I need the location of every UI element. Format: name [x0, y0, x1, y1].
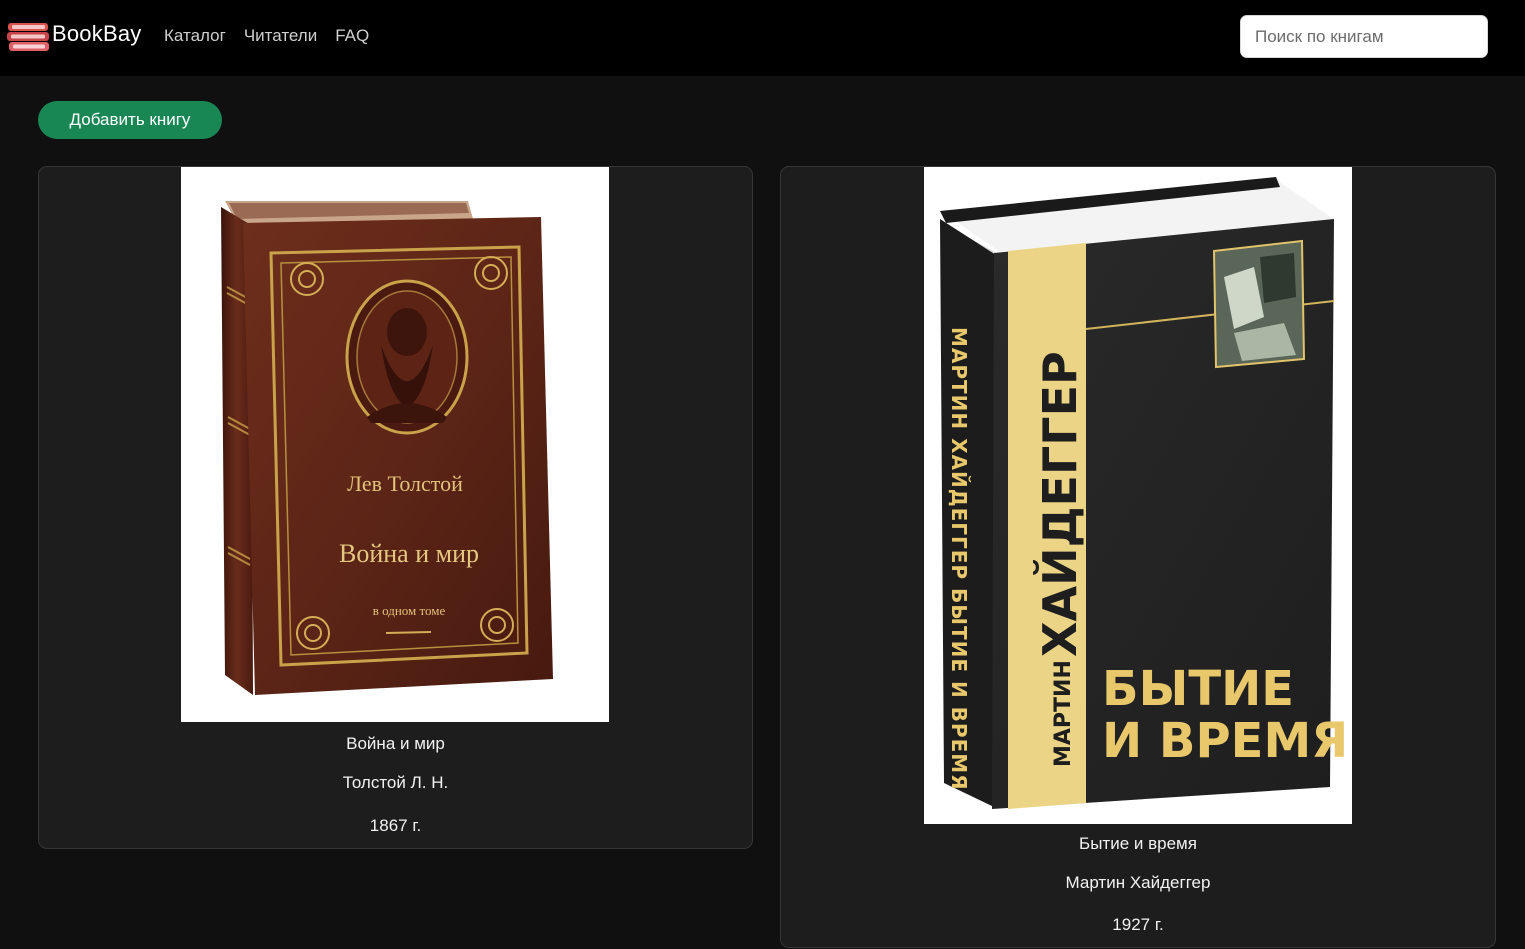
nav-item-catalog[interactable]: Каталог [164, 26, 226, 46]
cover-author-first: МАРТИН [1051, 660, 1076, 767]
war-and-peace-cover-illustration: Лев Толстой Война и мир в одном томе [181, 167, 609, 722]
cover-title-text: Война и мир [339, 539, 479, 568]
cover-spine-text: МАРТИН ХАЙДЕГГЕР БЫТИЕ И ВРЕМЯ [947, 327, 971, 791]
navbar: BookBay Каталог Читатели FAQ [0, 0, 1525, 76]
brand-name: BookBay [52, 21, 142, 46]
nav-item-faq[interactable]: FAQ [335, 26, 369, 46]
brand-link[interactable]: BookBay [6, 18, 141, 54]
book-title: Бытие и время [1079, 834, 1197, 853]
book-author: Толстой Л. Н. [342, 773, 449, 792]
book-year: 1867 г. [369, 816, 422, 835]
main-nav: Каталог Читатели FAQ [164, 26, 369, 46]
book-card[interactable]: Лев Толстой Война и мир в одном томе Вой… [38, 166, 753, 849]
add-book-button[interactable]: Добавить книгу [38, 101, 222, 139]
nav-item-readers[interactable]: Читатели [244, 26, 317, 46]
book-title: Война и мир [346, 734, 445, 753]
books-stack-icon [7, 23, 49, 51]
book-year: 1927 г. [1112, 915, 1164, 934]
cover-title-line1: БЫТИЕ [1102, 661, 1294, 717]
search-input[interactable] [1240, 15, 1488, 58]
cover-title-line2: И ВРЕМЯ [1102, 713, 1348, 769]
being-and-time-cover-illustration: МАРТИН ХАЙДЕГГЕР БЫТИЕ И ВРЕМЯ МАРТИН ХА… [924, 167, 1352, 824]
book-author: Мартин Хайдеггер [1065, 873, 1211, 892]
cover-author-text: Лев Толстой [347, 471, 463, 496]
cover-author-last: ХАЙДЕГГЕР [1033, 351, 1087, 657]
cover-subtitle-text: в одном томе [373, 603, 446, 618]
book-cover-image[interactable]: МАРТИН ХАЙДЕГГЕР БЫТИЕ И ВРЕМЯ МАРТИН ХА… [924, 167, 1352, 824]
book-cover-image[interactable]: Лев Толстой Война и мир в одном томе [181, 167, 609, 722]
book-card[interactable]: МАРТИН ХАЙДЕГГЕР БЫТИЕ И ВРЕМЯ МАРТИН ХА… [780, 166, 1496, 948]
